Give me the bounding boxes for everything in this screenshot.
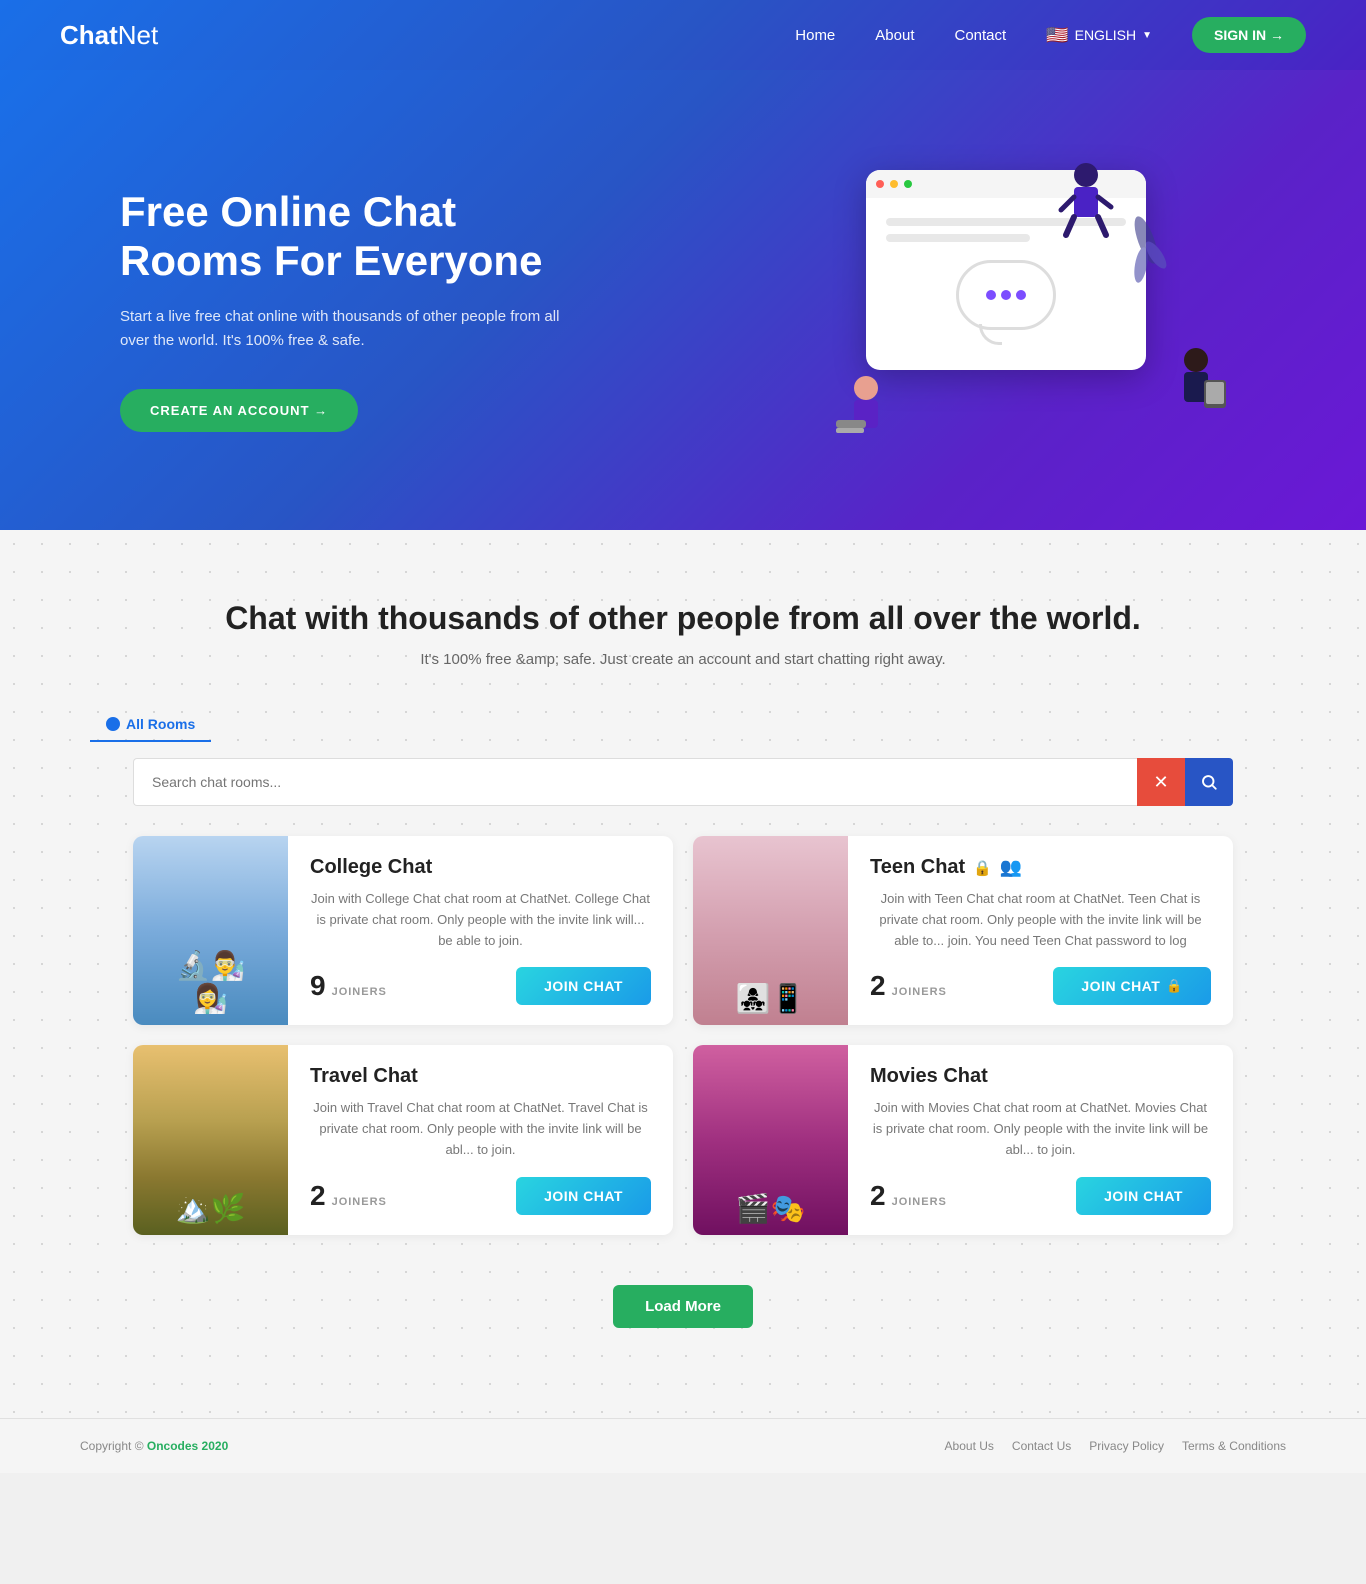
room-image-travel [133, 1045, 288, 1234]
tab-all-rooms-label: All Rooms [126, 716, 195, 732]
lock-icon: 🔒 [973, 859, 992, 877]
nav-home-link[interactable]: Home [795, 27, 835, 44]
room-body-teen: Teen Chat 🔒 👥 Join with Teen Chat chat r… [848, 836, 1233, 1025]
room-card-travel: Travel Chat Join with Travel Chat chat r… [133, 1045, 673, 1234]
footer-link[interactable]: About Us [945, 1439, 994, 1453]
room-image-teen [693, 836, 848, 1025]
room-card-teen: Teen Chat 🔒 👥 Join with Teen Chat chat r… [693, 836, 1233, 1025]
footer-link[interactable]: Privacy Policy [1089, 1439, 1164, 1453]
room-joiners-travel: 2 JOINERS [310, 1180, 387, 1212]
room-footer-travel: 2 JOINERS JOIN CHAT [310, 1177, 651, 1215]
room-desc-travel: Join with Travel Chat chat room at ChatN… [310, 1098, 651, 1160]
room-joiners-movies: 2 JOINERS [870, 1180, 947, 1212]
tab-dot-icon [106, 717, 120, 731]
section-subtitle: It's 100% free &amp; safe. Just create a… [80, 651, 1286, 668]
search-go-button[interactable] [1185, 758, 1233, 806]
footer-link[interactable]: Terms & Conditions [1182, 1439, 1286, 1453]
room-footer-movies: 2 JOINERS JOIN CHAT [870, 1177, 1211, 1215]
hero-content: Free Online Chat Rooms For Everyone Star… [120, 188, 570, 432]
hero-subtitle: Start a live free chat online with thous… [120, 305, 570, 353]
footer: Copyright © Oncodes 2020 About Us Contact… [0, 1418, 1366, 1473]
room-joiners-label-teen: JOINERS [892, 986, 947, 998]
room-footer-college: 9 JOINERS JOIN CHAT [310, 967, 651, 1005]
footer-link[interactable]: Contact Us [1012, 1439, 1071, 1453]
illustration-svg [826, 150, 1246, 470]
room-joiners-teen: 2 JOINERS [870, 970, 947, 1002]
room-body-movies: Movies Chat Join with Movies Chat chat r… [848, 1045, 1233, 1234]
hero-section: Free Online Chat Rooms For Everyone Star… [0, 70, 1366, 530]
room-joiners-num-movies: 2 [870, 1180, 886, 1212]
room-desc-college: Join with College Chat chat room at Chat… [310, 889, 651, 951]
flag-icon: 🇺🇸 [1046, 25, 1068, 46]
search-clear-button[interactable]: ✕ [1137, 758, 1185, 806]
room-joiners-num-college: 9 [310, 970, 326, 1002]
room-image-college [133, 836, 288, 1025]
room-body-travel: Travel Chat Join with Travel Chat chat r… [288, 1045, 673, 1234]
room-card-movies: Movies Chat Join with Movies Chat chat r… [693, 1045, 1233, 1234]
join-lock-icon: 🔒 [1166, 978, 1183, 994]
people-icon: 👥 [1000, 857, 1022, 878]
room-desc-teen: Join with Teen Chat chat room at ChatNet… [870, 889, 1211, 951]
room-body-college: College Chat Join with College Chat chat… [288, 836, 673, 1025]
join-chat-button-teen[interactable]: JOIN CHAT 🔒 [1053, 967, 1211, 1005]
logo[interactable]: ChatNet [60, 20, 158, 51]
load-more-button[interactable]: Load More [613, 1285, 753, 1328]
nav-lang-label: ENGLISH [1075, 27, 1136, 43]
room-desc-movies: Join with Movies Chat chat room at ChatN… [870, 1098, 1211, 1160]
room-joiners-num-travel: 2 [310, 1180, 326, 1212]
tab-all-rooms[interactable]: All Rooms [90, 708, 211, 742]
footer-brand-link[interactable]: Oncodes 2020 [147, 1439, 228, 1453]
main-section: Chat with thousands of other people from… [0, 530, 1366, 1418]
join-chat-button-college[interactable]: JOIN CHAT [516, 967, 651, 1005]
room-name-teen: Teen Chat 🔒 👥 [870, 856, 1211, 879]
footer-links: About Us Contact Us Privacy Policy Terms & … [945, 1439, 1286, 1453]
rooms-grid: College Chat Join with College Chat chat… [133, 836, 1233, 1235]
join-chat-button-travel[interactable]: JOIN CHAT [516, 1177, 651, 1215]
create-account-button[interactable]: CREATE AN ACCOUNT → [120, 389, 358, 432]
nav-contact-link[interactable]: Contact [954, 27, 1006, 44]
signin-button[interactable]: SIGN IN → [1192, 17, 1306, 53]
navbar: ChatNet Home About Contact 🇺🇸 ENGLISH ▼ … [0, 0, 1366, 70]
room-name-travel: Travel Chat [310, 1065, 651, 1088]
search-bar: ✕ [133, 758, 1233, 806]
caret-down-icon: ▼ [1142, 30, 1152, 41]
nav-about-link[interactable]: About [875, 27, 914, 44]
room-image-movies [693, 1045, 848, 1234]
room-joiners-label-travel: JOINERS [332, 1196, 387, 1208]
room-card-college: College Chat Join with College Chat chat… [133, 836, 673, 1025]
hero-title: Free Online Chat Rooms For Everyone [120, 188, 570, 285]
search-input[interactable] [133, 758, 1137, 806]
nav-language-selector[interactable]: 🇺🇸 ENGLISH ▼ [1046, 25, 1152, 46]
footer-copyright: Copyright © Oncodes 2020 [80, 1439, 228, 1453]
hero-illustration [826, 150, 1246, 470]
room-footer-teen: 2 JOINERS JOIN CHAT 🔒 [870, 967, 1211, 1005]
search-icon [1200, 773, 1218, 791]
join-chat-button-movies[interactable]: JOIN CHAT [1076, 1177, 1211, 1215]
tabs-bar: All Rooms [80, 708, 1286, 742]
logo-chat: Chat [60, 20, 118, 51]
section-title: Chat with thousands of other people from… [80, 600, 1286, 637]
room-joiners-label-movies: JOINERS [892, 1196, 947, 1208]
load-more-wrap: Load More [80, 1265, 1286, 1368]
nav-links: Home About Contact 🇺🇸 ENGLISH ▼ SIGN IN … [795, 17, 1306, 53]
logo-net: Net [118, 20, 158, 51]
room-name-college: College Chat [310, 856, 651, 879]
room-name-movies: Movies Chat [870, 1065, 1211, 1088]
room-joiners-college: 9 JOINERS [310, 970, 387, 1002]
room-joiners-label-college: JOINERS [332, 986, 387, 998]
room-joiners-num-teen: 2 [870, 970, 886, 1002]
